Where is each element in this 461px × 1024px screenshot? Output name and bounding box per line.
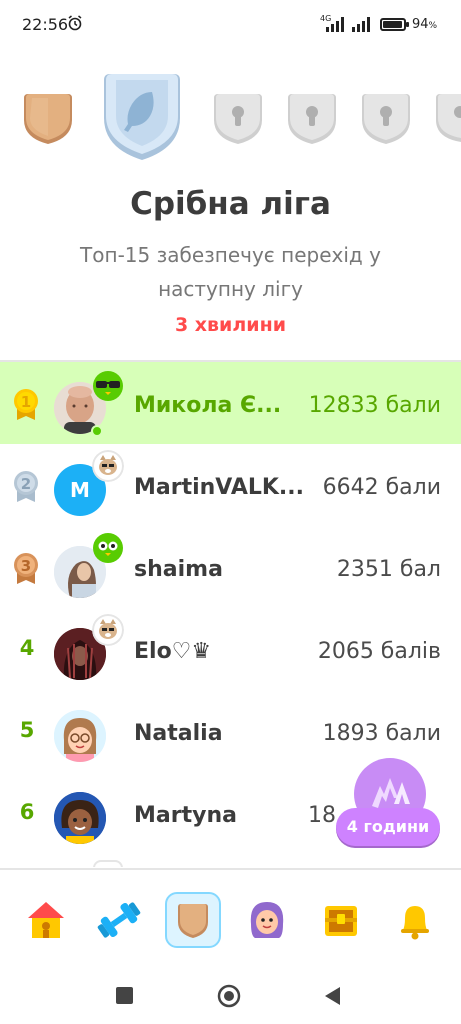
- bronze-league-shield-icon[interactable]: [22, 90, 74, 146]
- locked-league-shield-icon: [436, 94, 461, 142]
- player-name: Микола Є...: [134, 393, 282, 418]
- leaderboard-row[interactable]: 2 M MartinVALK... 6642 бали: [0, 444, 461, 526]
- shield-icon: [178, 904, 208, 938]
- chest-icon: [325, 906, 357, 936]
- signal-icon-2: [352, 17, 370, 32]
- nav-home[interactable]: [18, 892, 74, 948]
- status-time: 22:56: [22, 15, 69, 34]
- avatar[interactable]: [54, 710, 106, 762]
- boost-timer-label[interactable]: 4 години: [336, 808, 440, 846]
- league-shields: [0, 70, 461, 170]
- bottom-navigation: [0, 868, 461, 968]
- player-name: MartinVALK...: [134, 475, 304, 500]
- bronze-medal-icon: 3: [14, 553, 38, 584]
- locked-league-shield-icon: [214, 94, 262, 144]
- league-title: Срібна ліга: [130, 186, 331, 222]
- player-score: 6642 бали: [322, 475, 441, 500]
- locked-league-shield-icon: [362, 94, 410, 144]
- player-name: shaima: [134, 557, 223, 582]
- avatar[interactable]: [54, 792, 106, 844]
- player-score: 12833 бали: [308, 393, 441, 418]
- nav-leagues[interactable]: [165, 892, 221, 948]
- svg-text:3: 3: [21, 557, 31, 575]
- player-name: Martyna: [134, 803, 237, 828]
- battery-icon: [380, 18, 409, 31]
- player-name: Natalia: [134, 721, 223, 746]
- home-circle-icon[interactable]: [217, 984, 241, 1008]
- nav-profile[interactable]: [239, 892, 295, 948]
- gold-medal-icon: 1: [14, 389, 38, 420]
- status-bar: 22:56 4G 94%: [0, 0, 461, 50]
- battery-percent: 94%: [412, 17, 438, 32]
- league-subtitle: Топ-15 забезпечує перехід у наступну ліг…: [80, 243, 381, 301]
- system-navigation-bar: [0, 968, 461, 1024]
- svg-text:1: 1: [21, 393, 31, 411]
- next-row-avatar-edge: [93, 860, 123, 867]
- dumbbell-icon: [97, 902, 141, 938]
- signal-icon: [326, 17, 344, 32]
- rank-number: 5: [19, 718, 35, 742]
- green-owl-icon: [93, 533, 123, 563]
- svg-text:2: 2: [21, 475, 31, 493]
- rank-number: 4: [19, 636, 35, 660]
- cat-icon: [92, 614, 124, 646]
- player-score: 2065 балів: [317, 639, 441, 664]
- nav-practice[interactable]: [91, 892, 147, 948]
- league-time-left: 3 хвилини: [174, 314, 287, 336]
- online-indicator: [91, 425, 103, 437]
- cartoon-avatar-icon: [54, 710, 106, 762]
- player-score: 18: [308, 803, 336, 828]
- alarm-clock-icon: [68, 15, 82, 31]
- owl-sunglasses-icon: [93, 371, 123, 401]
- back-icon[interactable]: [322, 985, 342, 1007]
- leaderboard-row[interactable]: 1 Микола Є... 12833 бали: [0, 362, 461, 444]
- recent-apps-icon[interactable]: [116, 987, 133, 1004]
- bell-icon: [401, 906, 429, 940]
- cartoon-avatar-icon: [54, 792, 106, 844]
- home-icon: [28, 902, 64, 938]
- nav-notifications[interactable]: [387, 892, 443, 948]
- player-score: 2351 бал: [336, 557, 441, 582]
- rank-number: 6: [19, 800, 35, 824]
- locked-league-shield-icon: [288, 94, 336, 144]
- silver-league-shield-icon[interactable]: [100, 70, 184, 162]
- leaderboard-row[interactable]: 3 shaima 2351 бал: [0, 526, 461, 608]
- cat-icon: [92, 450, 124, 482]
- nav-shop[interactable]: [313, 892, 369, 948]
- character-icon: [250, 902, 284, 938]
- leaderboard-row[interactable]: 4 Elo♡♛ 2065 балів: [0, 608, 461, 690]
- player-name: Elo♡♛: [134, 639, 212, 664]
- player-score: 1893 бали: [322, 721, 441, 746]
- silver-medal-icon: 2: [14, 471, 38, 502]
